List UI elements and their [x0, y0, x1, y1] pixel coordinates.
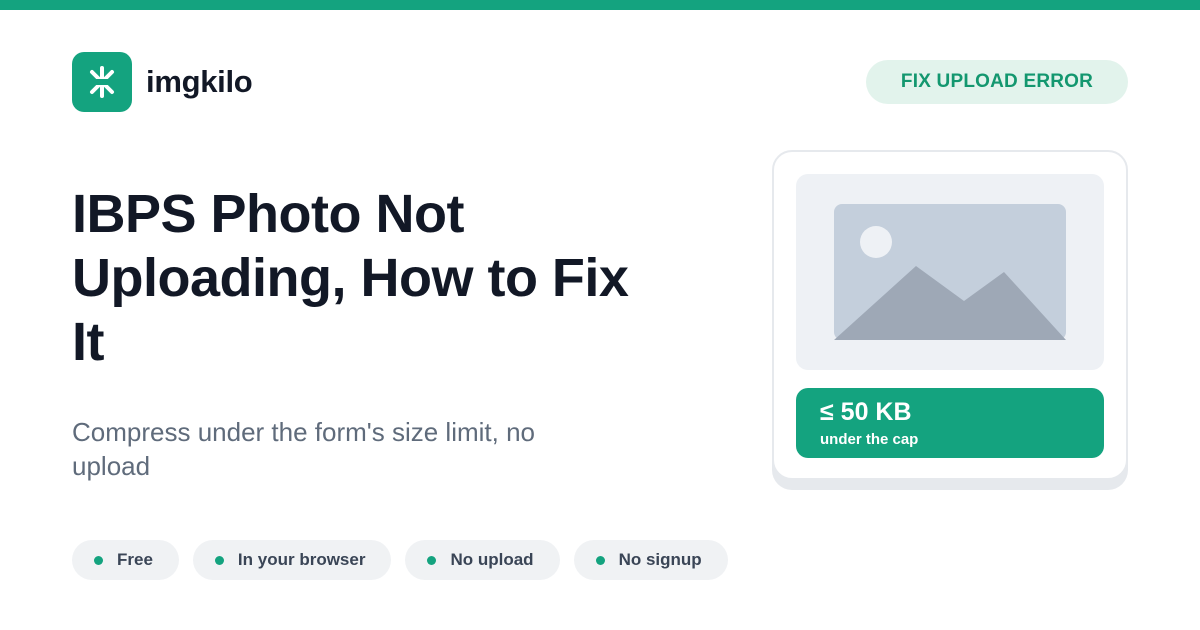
bullet-dot-icon — [214, 555, 224, 565]
feature-chip-no-upload: No upload — [405, 540, 560, 580]
feature-label: No signup — [618, 550, 702, 569]
size-result-box: ≤ 50 KB under the cap — [796, 388, 1104, 458]
feature-label: No upload — [450, 550, 534, 569]
image-preview — [796, 174, 1104, 370]
feature-chip-free: Free — [72, 540, 179, 580]
size-value: ≤ 50 KB — [820, 398, 912, 426]
top-accent-bar — [0, 0, 1200, 10]
brand-name: imgkilo — [146, 64, 253, 99]
bullet-dot-icon — [94, 555, 103, 565]
brand-logo[interactable]: imgkilo — [72, 52, 253, 112]
feature-list: Free In your browser No upload No signup — [72, 540, 728, 580]
feature-label: In your browser — [237, 550, 366, 569]
size-caption: under the cap — [820, 431, 919, 448]
feature-chip-in-browser: In your browser — [192, 540, 392, 580]
page-subtitle: Compress under the form's size limit, no… — [72, 417, 536, 481]
page-title: IBPS Photo Not Uploading, How to Fix It — [72, 184, 629, 372]
bullet-dot-icon — [427, 555, 437, 565]
fix-upload-error-badge: FIX UPLOAD ERROR — [866, 60, 1128, 104]
bullet-dot-icon — [595, 555, 605, 565]
asterisk-spark-icon — [72, 52, 132, 112]
image-placeholder-icon — [834, 204, 1066, 340]
preview-card: ≤ 50 KB under the cap — [772, 150, 1128, 480]
feature-label: Free — [117, 550, 153, 569]
feature-chip-no-signup: No signup — [573, 540, 728, 580]
